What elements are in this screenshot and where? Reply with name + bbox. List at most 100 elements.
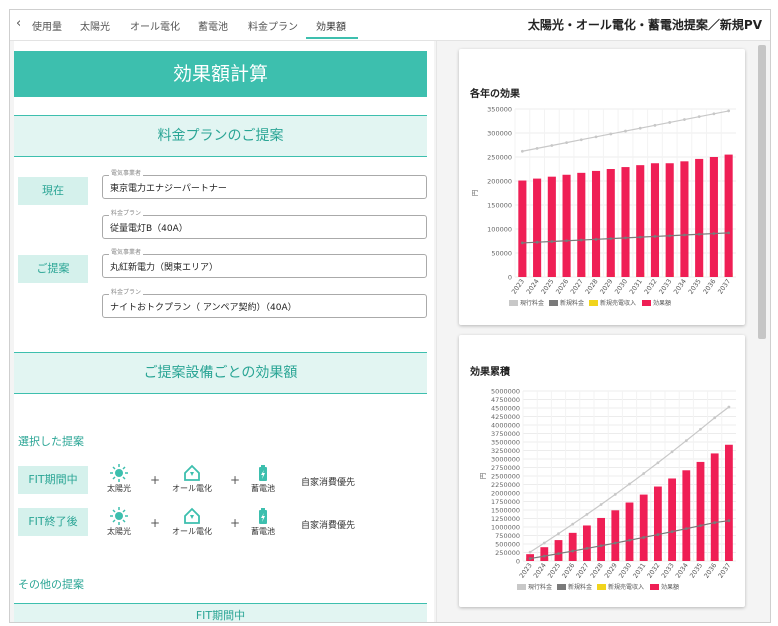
bar (668, 478, 677, 561)
cumulative-effect-card: 効果累積 0 250000 500000 750000 1000000 1250000 15… (459, 335, 745, 607)
y-tick-label: 2750000 (491, 464, 520, 472)
y-tick-label: 1750000 (491, 498, 520, 506)
x-tick-label: 2027 (569, 278, 585, 296)
data-point (613, 492, 617, 496)
y-tick-label: 4000000 (491, 422, 520, 430)
tab-rate-plan[interactable]: 料金プラン (248, 18, 298, 33)
bar (606, 169, 615, 277)
x-tick-label: 2037 (716, 562, 732, 580)
y-tick-label: 1250000 (491, 515, 520, 523)
data-point (571, 549, 575, 553)
data-point (699, 524, 702, 528)
data-point (628, 482, 631, 486)
back-icon[interactable]: ‹ (16, 16, 21, 31)
house-icon (171, 507, 213, 525)
data-point (579, 238, 583, 242)
field-legend: 電気事業者 (109, 249, 144, 257)
battery-item: 蓄電池 (242, 507, 284, 537)
y-tick-label: 1000000 (491, 524, 520, 532)
solar-item: 太陽光 (98, 464, 140, 494)
y-tick-label: 4750000 (491, 396, 520, 404)
item-label: 太陽光 (107, 527, 131, 536)
data-point (656, 461, 660, 465)
right-panel[interactable]: 各年の効果 0 50000 100000 150000 200000 250000 3000… (438, 41, 770, 622)
legend-label: 新規料金 (568, 583, 592, 591)
tab-all-electric[interactable]: オール電化 (130, 18, 180, 33)
tab-effect-amount[interactable]: 効果額 (316, 18, 346, 33)
data-point (594, 135, 598, 139)
x-tick-label: 2033 (660, 562, 676, 580)
sun-icon (98, 507, 140, 525)
cumulative-effect-chart: 0250000500000750000100000012500001500000… (479, 388, 736, 591)
x-tick-label: 2028 (584, 278, 600, 296)
y-tick-label: 100000 (487, 226, 512, 234)
data-point (697, 115, 701, 119)
left-panel[interactable]: 効果額計算 料金プランのご提案 現在 電気事業者 東京電力エナジーパートナー 料… (14, 41, 434, 622)
data-point (565, 239, 568, 243)
data-point (683, 118, 686, 121)
scrollbar[interactable] (758, 45, 766, 339)
y-tick-label: 2500000 (491, 473, 520, 481)
data-point (520, 241, 524, 245)
page-title: 太陽光・オール電化・蓄電池提案／新規PV (527, 18, 762, 32)
proposal-plan-field[interactable]: 料金プラン ナイトおトクプラン（ アンペア契約）（40A） (102, 289, 427, 318)
bar (710, 453, 719, 561)
tab-solar[interactable]: 太陽光 (80, 18, 110, 33)
other-proposal-heading: その他の提案 (18, 578, 84, 591)
tab-battery[interactable]: 蓄電池 (198, 18, 228, 33)
plus-sign: + (150, 473, 161, 487)
x-tick-label: 2034 (672, 278, 688, 296)
y-tick-label: 3750000 (491, 430, 520, 438)
battery-icon (242, 507, 284, 525)
bar (591, 170, 601, 277)
bar (695, 158, 704, 277)
priority-note: 自家消費優先 (301, 478, 356, 488)
bar (577, 172, 586, 277)
data-point (727, 519, 731, 523)
bar (653, 486, 662, 561)
bar (621, 167, 630, 277)
tab-usage[interactable]: 使用量 (32, 18, 62, 33)
y-tick-label: 750000 (495, 532, 520, 540)
data-point (638, 235, 642, 239)
bar (611, 510, 620, 561)
data-point (557, 552, 560, 556)
plus-sign: + (150, 516, 161, 530)
selected-proposal-heading: 選択した提案 (18, 435, 84, 448)
x-tick-label: 2030 (613, 278, 629, 296)
legend-swatch (650, 584, 659, 590)
y-tick-label: 150000 (487, 202, 512, 210)
legend-swatch (517, 584, 526, 590)
data-point (542, 554, 546, 558)
fit-after-label: FIT終了後 (18, 508, 88, 536)
data-point (713, 416, 717, 420)
data-point (642, 536, 646, 539)
active-tab-indicator (306, 37, 358, 39)
x-tick-label: 2035 (688, 562, 704, 580)
legend-label: 効果額 (661, 583, 679, 591)
bar (696, 461, 705, 561)
annual-effect-chart: 0 50000 100000 150000 200000 250000 300000 3500… (471, 106, 736, 307)
data-point (670, 530, 674, 534)
annual-effect-card: 各年の効果 0 50000 100000 150000 200000 250000 3000… (459, 49, 745, 325)
data-point (712, 232, 716, 235)
item-label: オール電化 (172, 527, 212, 536)
x-tick-label: 2024 (525, 278, 541, 296)
proposal-provider-field[interactable]: 電気事業者 丸紅新電力（関東エリア） (102, 249, 427, 278)
y-tick-label: 3000000 (491, 456, 520, 464)
equipment-section-heading: ご提案設備ごとの効果額 (14, 352, 427, 394)
other-fit-banner: FIT期間中 (14, 603, 427, 622)
bar (540, 547, 549, 561)
legend-label: 新規売電収入 (600, 299, 636, 307)
x-tick-label: 2027 (574, 562, 590, 580)
current-plan-field[interactable]: 料金プラン 従量電灯B（40A） (102, 210, 427, 239)
legend-swatch (549, 300, 558, 306)
legend-label: 新規料金 (560, 299, 584, 307)
current-provider-field[interactable]: 電気事業者 東京電力エナジーパートナー (102, 170, 427, 199)
x-tick-label: 2029 (598, 278, 614, 296)
data-point (609, 237, 613, 241)
data-point (557, 532, 560, 536)
y-tick-label: 4500000 (491, 405, 520, 413)
legend-swatch (557, 584, 566, 590)
data-point (585, 513, 589, 516)
